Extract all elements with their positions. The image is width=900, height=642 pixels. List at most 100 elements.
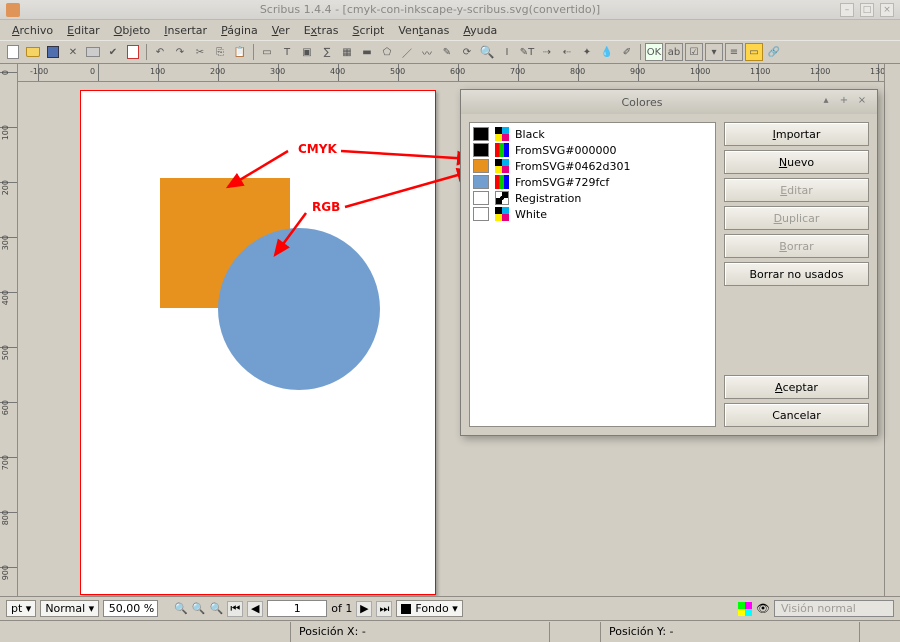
window-minimize-button[interactable]: –: [840, 3, 854, 17]
menu-extras[interactable]: Extras: [298, 22, 345, 39]
new-color-button[interactable]: Nuevo: [724, 150, 869, 174]
print-button[interactable]: [84, 43, 102, 61]
page-number-input[interactable]: [267, 600, 327, 617]
color-swatch-icon: [473, 207, 489, 221]
menu-ventanas[interactable]: Ventanas: [392, 22, 455, 39]
prev-page-button[interactable]: ◀: [247, 601, 263, 617]
story-editor-button[interactable]: ✎T: [518, 43, 536, 61]
color-row: Black: [473, 126, 712, 142]
pdf-checkbox-tool[interactable]: ☑: [685, 43, 703, 61]
annotation-arrows: [223, 137, 483, 267]
color-name: Black: [515, 128, 545, 141]
copy-properties-tool[interactable]: 💧: [598, 43, 616, 61]
layer-selector[interactable]: Fondo ▾: [396, 600, 462, 617]
vertical-scrollbar[interactable]: [884, 64, 900, 596]
zoom-out-icon[interactable]: 🔍: [192, 602, 206, 615]
last-page-button[interactable]: ⏭: [376, 601, 392, 617]
color-row: FromSVG#729fcf: [473, 174, 712, 190]
table-tool[interactable]: ▦: [338, 43, 356, 61]
paste-button[interactable]: 📋: [231, 43, 249, 61]
polygon-tool[interactable]: ⬠: [378, 43, 396, 61]
menu-insertar[interactable]: Insertar: [158, 22, 213, 39]
color-name: White: [515, 208, 547, 221]
rgb-icon: [495, 175, 509, 189]
pdf-pushbutton-tool[interactable]: OK: [645, 43, 663, 61]
accept-button[interactable]: Aceptar: [724, 375, 869, 399]
menu-editar[interactable]: Editar: [61, 22, 106, 39]
new-doc-button[interactable]: [4, 43, 22, 61]
zoom-default-icon[interactable]: 🔍: [174, 602, 188, 615]
color-swatch-icon: [473, 191, 489, 205]
edit-color-button[interactable]: Editar: [724, 178, 869, 202]
pdf-link-tool[interactable]: 🔗: [765, 43, 783, 61]
freehand-tool[interactable]: ✎: [438, 43, 456, 61]
import-button[interactable]: IImportarmportar: [724, 122, 869, 146]
save-doc-button[interactable]: [44, 43, 62, 61]
dialog-float-button[interactable]: +: [837, 95, 851, 109]
duplicate-color-button[interactable]: Duplicar: [724, 206, 869, 230]
first-page-button[interactable]: ⏮: [227, 601, 243, 617]
preflight-button[interactable]: ✔: [104, 43, 122, 61]
menu-objeto[interactable]: Objeto: [108, 22, 157, 39]
dialog-shade-button[interactable]: ▴: [819, 95, 833, 109]
dialog-titlebar[interactable]: Colores ▴ + ×: [461, 90, 877, 114]
cmyk-icon: [495, 159, 509, 173]
bezier-tool[interactable]: 〰: [418, 43, 436, 61]
link-frames-tool[interactable]: ⇢: [538, 43, 556, 61]
window-maximize-button[interactable]: □: [860, 3, 874, 17]
zoom-tool[interactable]: 🔍: [478, 43, 496, 61]
vertical-ruler[interactable]: 0100200300400500600700800900: [0, 64, 18, 596]
preview-icon[interactable]: 👁: [756, 602, 770, 615]
edit-contents-tool[interactable]: I: [498, 43, 516, 61]
color-name: FromSVG#000000: [515, 144, 617, 157]
horizontal-ruler[interactable]: -100010020030040050060070080090010001100…: [18, 64, 884, 82]
redo-button[interactable]: ↷: [171, 43, 189, 61]
dialog-close-button[interactable]: ×: [855, 95, 869, 109]
line-tool[interactable]: ／: [398, 43, 416, 61]
undo-button[interactable]: ↶: [151, 43, 169, 61]
delete-color-button[interactable]: Borrar: [724, 234, 869, 258]
close-doc-button[interactable]: ✕: [64, 43, 82, 61]
unit-selector[interactable]: pt ▾: [6, 600, 36, 617]
delete-unused-button[interactable]: Borrar no usados: [724, 262, 869, 286]
dialog-title: Colores: [469, 96, 815, 109]
cms-icon[interactable]: [738, 602, 752, 616]
eyedropper-tool[interactable]: ✐: [618, 43, 636, 61]
menu-script[interactable]: Script: [346, 22, 390, 39]
view-mode-selector[interactable]: Normal ▾: [40, 600, 99, 617]
cut-button[interactable]: ✂: [191, 43, 209, 61]
rotate-tool[interactable]: ⟳: [458, 43, 476, 61]
window-close-button[interactable]: ×: [880, 3, 894, 17]
pdf-combobox-tool[interactable]: ▾: [705, 43, 723, 61]
toolbar-separator: [253, 44, 254, 60]
pdf-listbox-tool[interactable]: ≡: [725, 43, 743, 61]
menu-ayuda[interactable]: Ayuda: [457, 22, 503, 39]
shape-tool[interactable]: ▬: [358, 43, 376, 61]
dialog-body: Black FromSVG#000000 FromSVG#0462d301 Fr…: [461, 114, 877, 435]
color-name: FromSVG#0462d301: [515, 160, 630, 173]
export-pdf-button[interactable]: [124, 43, 142, 61]
color-list[interactable]: Black FromSVG#000000 FromSVG#0462d301 Fr…: [469, 122, 716, 427]
menu-pagina[interactable]: Página: [215, 22, 264, 39]
image-frame-tool[interactable]: ▣: [298, 43, 316, 61]
zoom-input[interactable]: [103, 600, 158, 617]
text-frame-tool[interactable]: T: [278, 43, 296, 61]
select-tool[interactable]: ▭: [258, 43, 276, 61]
render-frame-tool[interactable]: ∑: [318, 43, 336, 61]
rgb-icon: [495, 143, 509, 157]
next-page-button[interactable]: ▶: [356, 601, 372, 617]
measure-tool[interactable]: ✦: [578, 43, 596, 61]
open-doc-button[interactable]: [24, 43, 42, 61]
zoom-in-icon[interactable]: 🔍: [210, 602, 224, 615]
unlink-frames-tool[interactable]: ⇠: [558, 43, 576, 61]
pdf-textfield-tool[interactable]: ab: [665, 43, 683, 61]
color-swatch-icon: [473, 143, 489, 157]
color-row: FromSVG#0462d301: [473, 158, 712, 174]
pdf-annotation-tool[interactable]: ▭: [745, 43, 763, 61]
cancel-button[interactable]: Cancelar: [724, 403, 869, 427]
app-icon: [6, 3, 20, 17]
cmyk-icon: [495, 127, 509, 141]
menu-ver[interactable]: Ver: [266, 22, 296, 39]
copy-button[interactable]: ⎘: [211, 43, 229, 61]
menu-archivo[interactable]: AArchivorchivo: [6, 22, 59, 39]
